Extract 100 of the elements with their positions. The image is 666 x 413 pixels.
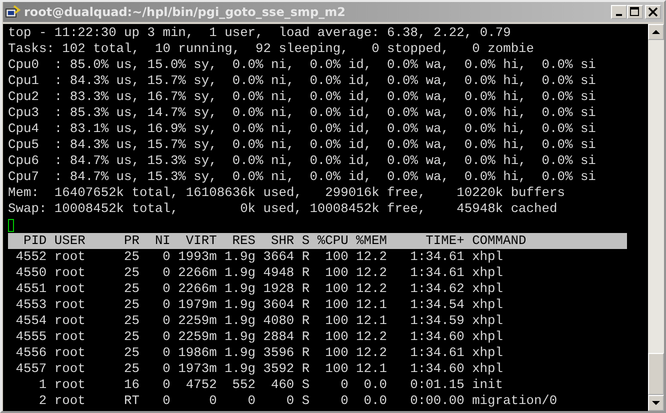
table-cell-text: 16 <box>123 377 140 393</box>
terminal-line: Cpu3 : 85.3% us, 14.7% sy, 0.0% ni, 0.0% id, 0.0% wa, 0.0% hi, 0.0% si <box>8 105 597 121</box>
column-header: VIRT <box>184 233 217 249</box>
table-cell-text: 0 <box>340 393 348 409</box>
close-icon <box>648 7 658 17</box>
table-cell-text: 25 <box>123 345 140 361</box>
table-cell-text: xhpl <box>472 249 504 265</box>
table-cell-text: 1979m <box>177 297 217 313</box>
column-header: NI <box>154 233 170 249</box>
scroll-up-button[interactable] <box>648 24 664 40</box>
table-cell-text: 0 <box>340 377 348 393</box>
column-header: USER <box>54 233 86 249</box>
terminal-line: Mem: 16407652k total, 16108636k used, 299016k free, 10220k buffers <box>8 185 566 201</box>
maximize-button[interactable] <box>627 5 643 19</box>
table-cell-text: 2259m <box>177 329 217 345</box>
terminal-line: Swap: 10008452k total, 0k used, 10008452k free, 45948k cached <box>8 201 558 217</box>
table-cell-text: 460 <box>270 377 294 393</box>
table-cell-text: 0 <box>162 249 170 265</box>
table-cell-text: 1:34.61 <box>409 249 464 265</box>
table-cell-text: root <box>54 361 86 377</box>
table-cell-text: 2 <box>38 393 47 409</box>
table-cell-text: 0 <box>162 345 170 361</box>
table-cell-text: 2259m <box>177 313 217 329</box>
scroll-down-button[interactable] <box>648 395 664 411</box>
table-cell-text: 1:34.59 <box>409 313 464 329</box>
table-cell-text: 0 <box>162 265 170 281</box>
table-cell-text: 2266m <box>177 265 217 281</box>
table-cell-text: 1.9g <box>224 249 256 265</box>
table-cell-text: 1.9g <box>224 313 256 329</box>
terminal-icon <box>5 4 21 20</box>
table-cell-text: 0:01.15 <box>409 377 464 393</box>
text-cursor <box>8 219 14 232</box>
table-cell-text: root <box>54 249 86 265</box>
table-cell-text: 1.9g <box>224 265 256 281</box>
table-cell-text: 100 <box>324 265 348 281</box>
table-cell-text: 0 <box>162 377 170 393</box>
table-cell-text: 1993m <box>177 249 217 265</box>
table-cell-text: 25 <box>123 281 140 297</box>
table-cell-text: 25 <box>123 313 140 329</box>
minimize-icon <box>616 14 622 16</box>
table-cell-text: S <box>300 393 310 409</box>
table-cell-text: root <box>54 377 86 393</box>
table-cell-text: 1:34.60 <box>409 329 464 345</box>
table-cell-text: 12.2 <box>355 281 387 297</box>
table-cell-text: R <box>300 281 310 297</box>
table-cell-text: root <box>54 329 86 345</box>
table-cell-text: root <box>54 265 86 281</box>
table-cell-text: 2884 <box>262 329 294 345</box>
table-cell-text: 0 <box>208 393 217 409</box>
table-cell-text: 4550 <box>14 265 47 281</box>
close-button[interactable] <box>645 5 661 19</box>
column-header: PID <box>22 233 47 249</box>
table-cell-text: xhpl <box>472 297 504 313</box>
scroll-thumb[interactable] <box>648 353 664 395</box>
table-cell-text: 100 <box>324 361 348 377</box>
terminal-line: Cpu2 : 83.3% us, 16.7% sy, 0.0% ni, 0.0% id, 0.0% wa, 0.0% hi, 0.0% si <box>8 89 597 105</box>
up-arrow-icon <box>652 28 660 36</box>
table-cell-text: 12.1 <box>355 297 387 313</box>
table-cell-text: xhpl <box>472 329 504 345</box>
terminal-line: Cpu0 : 85.0% us, 15.0% sy, 0.0% ni, 0.0% id, 0.0% wa, 0.0% hi, 0.0% si <box>8 57 597 73</box>
table-cell-text: 4080 <box>262 313 294 329</box>
terminal-line: top - 11:22:30 up 3 min, 1 user, load average: 6.38, 2.22, 0.79 <box>8 25 512 41</box>
column-header: %CPU <box>316 233 348 249</box>
table-cell-text: 12.2 <box>355 265 387 281</box>
table-cell-text: 0 <box>162 329 170 345</box>
table-cell-text: 100 <box>324 329 348 345</box>
table-cell-text: 552 <box>231 377 256 393</box>
table-cell-text: 1:34.61 <box>409 265 464 281</box>
table-cell-text: R <box>300 297 310 313</box>
table-cell-text: 3604 <box>262 297 294 313</box>
column-header: %MEM <box>355 233 387 249</box>
table-cell-text: 0.0 <box>362 377 387 393</box>
table-cell-text: 0 <box>162 281 170 297</box>
table-cell-text: 4552 <box>14 249 47 265</box>
table-cell-text: R <box>300 329 310 345</box>
table-cell-text: 1:34.54 <box>409 297 464 313</box>
table-cell-text: root <box>54 313 86 329</box>
scrollbar[interactable] <box>648 24 664 411</box>
table-cell-text: R <box>300 313 310 329</box>
terminal-line: Cpu7 : 84.7% us, 15.3% sy, 0.0% ni, 0.0% id, 0.0% wa, 0.0% hi, 0.0% si <box>8 169 597 185</box>
maximize-icon <box>630 7 640 17</box>
table-cell-text: 4554 <box>14 313 47 329</box>
column-header: RES <box>231 233 256 249</box>
terminal-line: Tasks: 102 total, 10 running, 92 sleeping, 0 stopped, 0 zombie <box>8 41 536 57</box>
table-cell-text: xhpl <box>472 313 504 329</box>
table-cell-text: R <box>300 265 310 281</box>
table-cell-text: 25 <box>123 361 140 377</box>
table-cell-text: 3596 <box>262 345 294 361</box>
table-cell-text: 1:34.60 <box>409 361 464 377</box>
table-cell-text: 4752 <box>184 377 217 393</box>
minimize-button[interactable] <box>611 5 627 19</box>
table-cell-text: 12.2 <box>355 249 387 265</box>
table-cell-text: 1.9g <box>224 297 256 313</box>
table-cell-text: 0 <box>162 361 170 377</box>
table-cell-text: 0 <box>162 313 170 329</box>
terminal-line: Cpu6 : 84.7% us, 15.3% sy, 0.0% ni, 0.0% id, 0.0% wa, 0.0% hi, 0.0% si <box>8 153 597 169</box>
table-cell-text: 4556 <box>14 345 47 361</box>
column-header: S <box>300 233 310 249</box>
table-cell-text: root <box>54 297 86 313</box>
table-cell-text: 12.1 <box>355 313 387 329</box>
